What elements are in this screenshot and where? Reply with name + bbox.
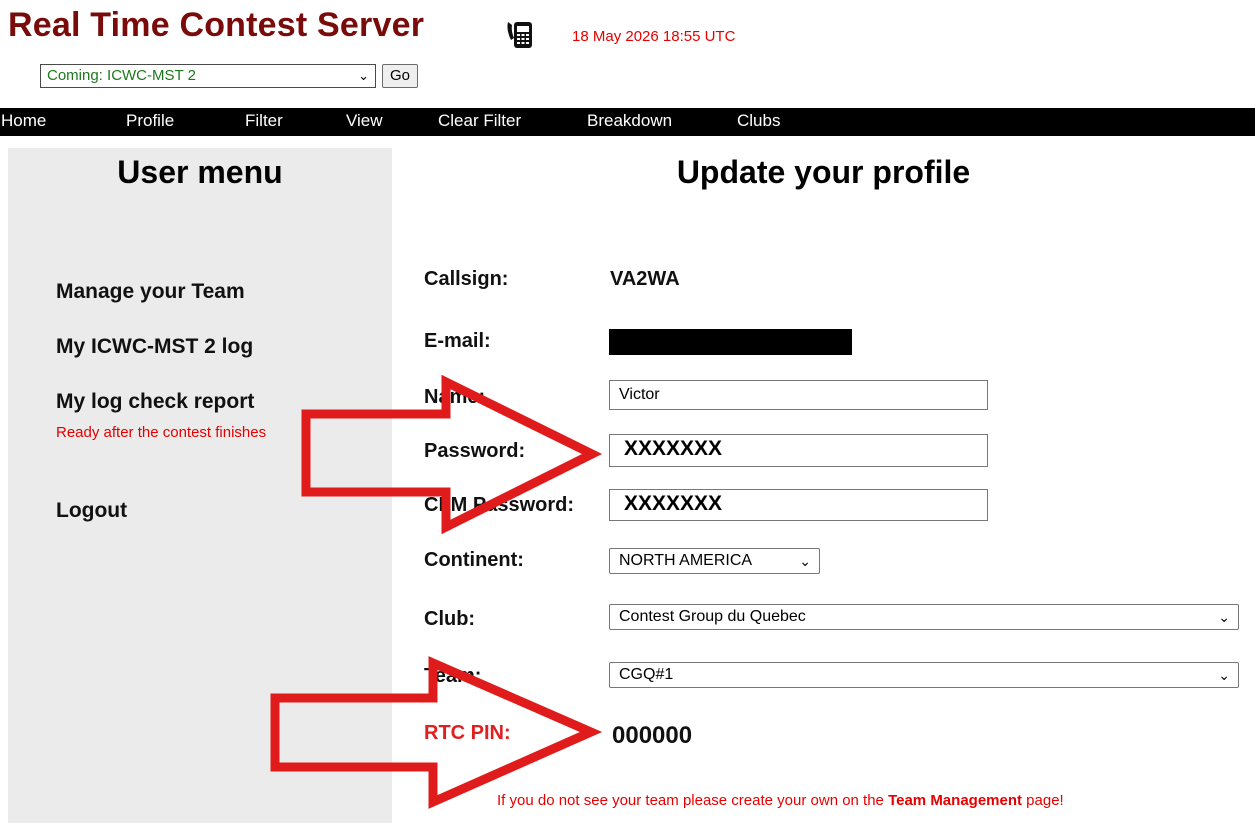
nav-item-profile[interactable]: Profile <box>126 111 174 131</box>
rtc-pin-value: 000000 <box>612 722 693 749</box>
sidebar-item-my-log[interactable]: My ICWC-MST 2 log <box>56 335 253 359</box>
team-help-text: If you do not see your team please creat… <box>497 792 889 809</box>
continent-select[interactable]: NORTH AMERICA ⌄ <box>609 548 820 574</box>
continent-label: Continent: <box>424 549 524 571</box>
team-label: Team: <box>424 665 482 687</box>
contest-select-value: Coming: ICWC-MST 2 <box>47 67 196 84</box>
cfm-password-input[interactable]: XXXXXXX <box>609 489 988 521</box>
site-title: Real Time Contest Server <box>8 6 425 44</box>
team-help-suffix: page! <box>1022 792 1064 809</box>
sidebar-item-manage-team[interactable]: Manage your Team <box>56 280 245 304</box>
callsign-value: VA2WA <box>610 268 680 290</box>
password-label: Password: <box>424 440 526 462</box>
chevron-down-icon: ⌄ <box>799 553 811 569</box>
club-label: Club: <box>424 608 476 630</box>
team-management-link[interactable]: Team Management <box>888 792 1022 809</box>
nav-item-view[interactable]: View <box>346 111 383 131</box>
log-check-note: Ready after the contest finishes <box>56 424 267 441</box>
nav-item-filter[interactable]: Filter <box>245 111 283 131</box>
server-datetime: 18 May 2026 18:55 UTC <box>572 28 736 45</box>
nav-item-breakdown[interactable]: Breakdown <box>587 111 672 131</box>
phone-icon <box>507 22 532 48</box>
chevron-down-icon: ⌄ <box>1218 609 1230 625</box>
callsign-label: Callsign: <box>424 268 509 290</box>
email-label: E-mail: <box>424 330 491 352</box>
user-menu-sidebar: User menu Manage your Team My ICWC-MST 2… <box>8 148 392 823</box>
sidebar-item-logout[interactable]: Logout <box>56 499 127 523</box>
rtc-pin-label: RTC PIN: <box>424 722 511 744</box>
sidebar-title: User menu <box>117 154 283 190</box>
go-button[interactable]: Go <box>382 64 418 88</box>
contest-select[interactable]: Coming: ICWC-MST 2 ⌄ <box>40 64 376 88</box>
continent-select-value: NORTH AMERICA <box>619 552 753 569</box>
nav-item-home[interactable]: Home <box>1 111 46 131</box>
password-input[interactable]: XXXXXXX <box>609 434 988 467</box>
name-input[interactable]: Victor <box>609 380 988 410</box>
club-select-value: Contest Group du Quebec <box>619 608 806 625</box>
nav-item-clear-filter[interactable]: Clear Filter <box>438 111 521 131</box>
nav-item-clubs[interactable]: Clubs <box>737 111 780 131</box>
team-help-note: If you do not see your team please creat… <box>497 792 1064 809</box>
team-select-value: CGQ#1 <box>619 666 674 683</box>
chevron-down-icon: ⌄ <box>358 68 369 83</box>
club-select[interactable]: Contest Group du Quebec ⌄ <box>609 604 1239 630</box>
chevron-down-icon: ⌄ <box>1218 667 1230 683</box>
team-select[interactable]: CGQ#1 ⌄ <box>609 662 1239 688</box>
nav-bar: Home Profile Filter View Clear Filter Br… <box>0 108 1255 136</box>
page-title: Update your profile <box>676 154 971 190</box>
cfm-password-label: CFM Password: <box>424 494 575 516</box>
email-redacted <box>609 329 852 355</box>
sidebar-item-log-check-report[interactable]: My log check report <box>56 390 254 414</box>
name-label: Name: <box>424 386 486 408</box>
